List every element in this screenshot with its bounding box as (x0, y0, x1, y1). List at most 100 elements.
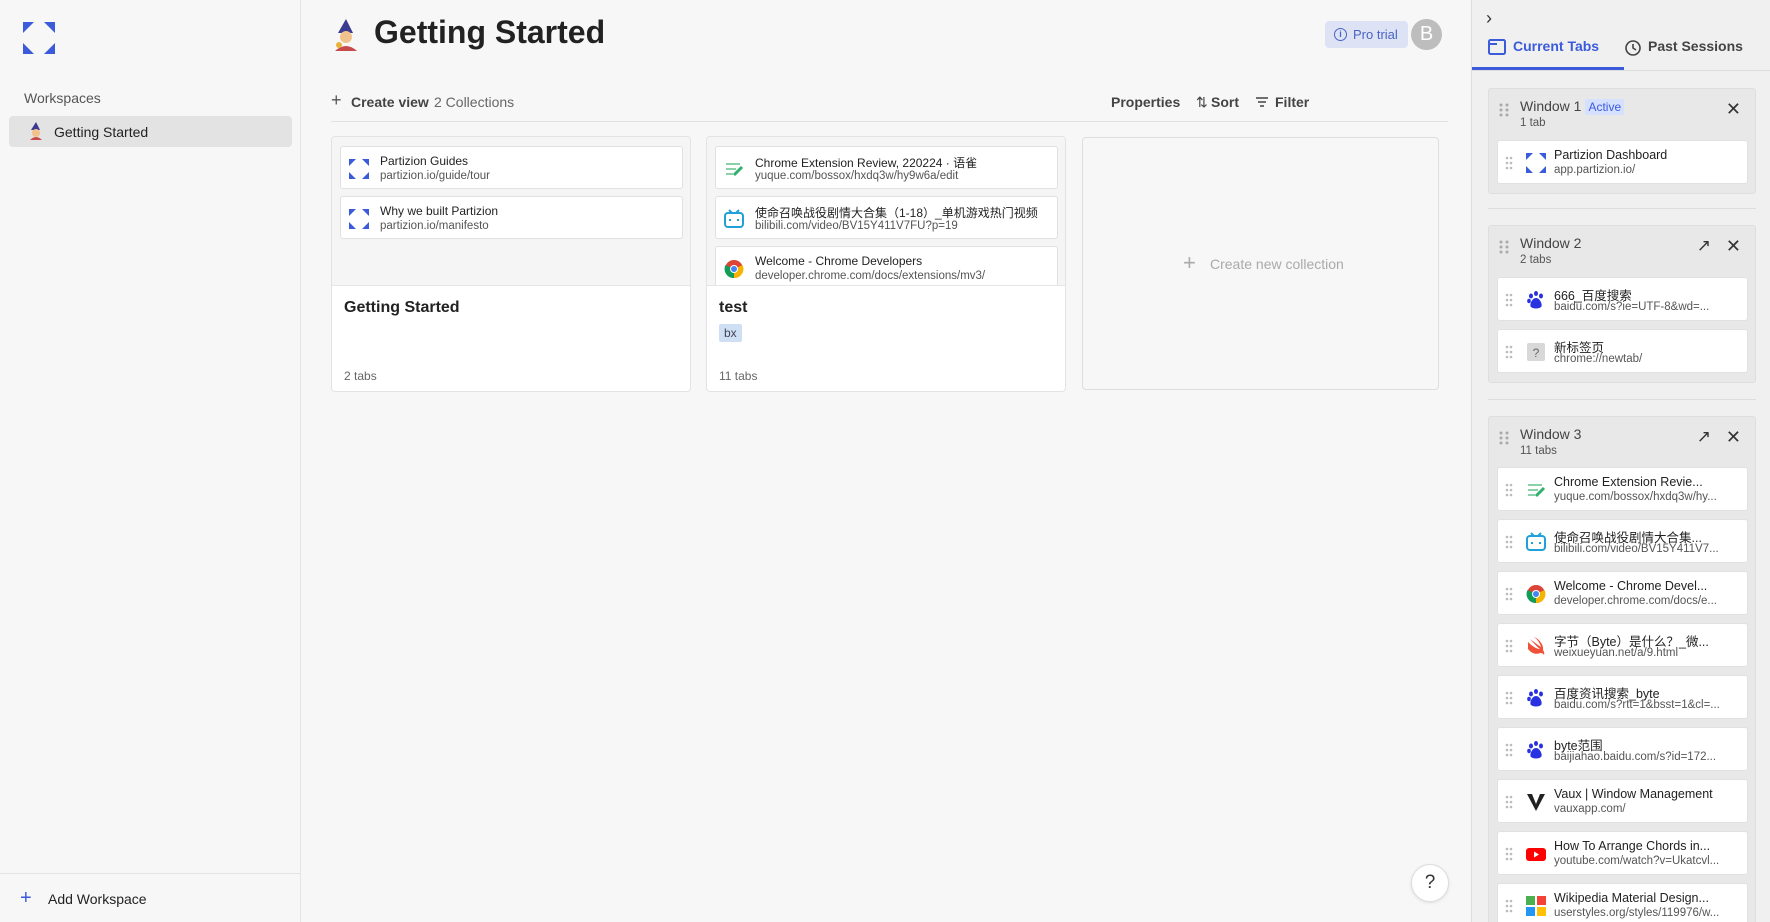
partizion-logo-icon[interactable] (23, 22, 55, 54)
tab-title: Chrome Extension Review, 220224 · 语雀 (755, 156, 978, 170)
window-tab[interactable]: ? 新标签页 chrome://newtab/ (1497, 329, 1748, 373)
drag-handle-icon[interactable] (1499, 240, 1509, 254)
sort-button[interactable]: Sort (1211, 94, 1239, 110)
collection-tab-count: 2 tabs (344, 369, 377, 383)
yuque-icon (1528, 484, 1546, 498)
create-new-collection-button[interactable]: + Create new collection (1082, 137, 1439, 390)
window-tab[interactable]: Wikipedia Material Design... userstyles.… (1497, 883, 1748, 922)
drag-handle-icon[interactable] (1505, 639, 1513, 653)
tab-url: yuque.com/bossox/hxdq3w/hy9w6a/edit (755, 170, 959, 182)
properties-button[interactable]: Properties (1111, 94, 1180, 110)
chrome-icon (724, 260, 744, 279)
tab-past-sessions[interactable]: Past Sessions (1624, 36, 1770, 70)
tab-url: vauxapp.com/ (1554, 803, 1626, 815)
pro-trial-badge[interactable]: i Pro trial (1325, 21, 1408, 48)
collection-tab[interactable]: Why we built Partizion partizion.io/mani… (340, 196, 683, 239)
drag-handle-icon[interactable] (1505, 899, 1513, 913)
window-title: Window 2 (1520, 235, 1582, 251)
drag-handle-icon[interactable] (1499, 431, 1509, 445)
plus-icon: + (331, 90, 342, 110)
add-workspace-label: Add Workspace (48, 891, 147, 907)
window-title: Window 3 (1520, 426, 1582, 442)
collection-toolbar: + Create view 2 Collections Properties ⇅… (331, 88, 1448, 122)
tab-title: Vaux | Window Management (1554, 787, 1713, 801)
drag-handle-icon[interactable] (1505, 743, 1513, 757)
divider (1488, 208, 1756, 209)
divider (1488, 399, 1756, 400)
open-window-icon[interactable]: ↗ (1697, 236, 1711, 256)
help-button[interactable]: ? (1411, 864, 1449, 902)
collection-name[interactable]: test (719, 299, 747, 317)
drag-handle-icon[interactable] (1505, 156, 1513, 170)
open-window-icon[interactable]: ↗ (1697, 427, 1711, 447)
page-title[interactable]: Getting Started (374, 14, 605, 51)
userstyles-icon (1526, 896, 1546, 916)
collection-tab[interactable]: Chrome Extension Review, 220224 · 语雀 yuq… (715, 146, 1058, 189)
tab-url: developer.chrome.com/docs/e... (1554, 595, 1717, 607)
window-tab[interactable]: 666_百度搜索 baidu.com/s?ie=UTF-8&wd=... (1497, 277, 1748, 321)
drag-handle-icon[interactable] (1505, 293, 1513, 307)
tab-title: 使命召唤战役剧情大合集（1-18）_单机游戏热门视频 (755, 206, 1038, 220)
swift-icon (1528, 637, 1545, 655)
window-group[interactable]: Window 2 2 tabs ↗ ✕ 666_百度搜索 baidu.com/s… (1488, 225, 1756, 383)
chevron-right-icon[interactable]: › (1486, 8, 1492, 29)
drag-handle-icon[interactable] (1505, 535, 1513, 549)
workspace-item-getting-started[interactable]: Getting Started (9, 116, 292, 147)
close-icon[interactable]: ✕ (1726, 99, 1741, 120)
drag-handle-icon[interactable] (1505, 587, 1513, 601)
drag-handle-icon[interactable] (1505, 483, 1513, 497)
window-tab[interactable]: How To Arrange Chords in... youtube.com/… (1497, 831, 1748, 875)
tab-url: weixueyuan.net/a/9.html (1554, 647, 1679, 659)
collection-name[interactable]: Getting Started (344, 299, 460, 317)
window-title: Window 1 Active (1520, 98, 1625, 115)
close-icon[interactable]: ✕ (1726, 236, 1741, 257)
window-tab[interactable]: Vaux | Window Management vauxapp.com/ (1497, 779, 1748, 823)
drag-handle-icon[interactable] (1505, 795, 1513, 809)
active-badge: Active (1585, 99, 1625, 115)
tab-url: chrome://newtab/ (1554, 353, 1643, 365)
tab-title: How To Arrange Chords in... (1554, 839, 1711, 853)
tab-title: Welcome - Chrome Devel... (1554, 579, 1708, 593)
window-group[interactable]: Window 3 11 tabs ↗ ✕ Chrome Extension Re… (1488, 416, 1756, 922)
user-avatar[interactable]: B (1411, 19, 1442, 50)
info-icon: i (1334, 28, 1347, 41)
window-tab[interactable]: 字节（Byte）是什么？_微... weixueyuan.net/a/9.htm… (1497, 623, 1748, 667)
window-tab[interactable]: Chrome Extension Revie... yuque.com/boss… (1497, 467, 1748, 511)
window-tab[interactable]: Partizion Dashboard app.partizion.io/ (1497, 140, 1748, 184)
collection-tab[interactable]: 使命召唤战役剧情大合集（1-18）_单机游戏热门视频 bilibili.com/… (715, 196, 1058, 239)
partizion-icon (349, 209, 369, 229)
tab-url: bilibili.com/video/BV15Y411V7... (1554, 543, 1719, 555)
partizion-icon (349, 159, 369, 179)
window-tab[interactable]: 使命召唤战役剧情大合集... bilibili.com/video/BV15Y4… (1497, 519, 1748, 563)
collection-card-test[interactable]: Chrome Extension Review, 220224 · 语雀 yuq… (706, 136, 1066, 392)
drag-handle-icon[interactable] (1505, 345, 1513, 359)
tab-url: youtube.com/watch?v=Ukatcvl... (1554, 855, 1720, 867)
window-tab[interactable]: Welcome - Chrome Devel... developer.chro… (1497, 571, 1748, 615)
create-view-button[interactable]: Create view (351, 94, 429, 110)
drag-handle-icon[interactable] (1499, 103, 1509, 117)
collection-tab[interactable]: Welcome - Chrome Developers developer.ch… (715, 246, 1058, 285)
plus-icon: + (20, 887, 32, 909)
collection-tag[interactable]: bx (719, 324, 742, 342)
window-tab[interactable]: 百度资讯搜索_byte baidu.com/s?rtt=1&bsst=1&cl=… (1497, 675, 1748, 719)
tab-url: bilibili.com/video/BV15Y411V7FU?p=19 (755, 220, 958, 232)
sort-icon: ⇅ (1196, 94, 1208, 110)
workspaces-heading: Workspaces (24, 90, 101, 106)
vaux-icon (1527, 794, 1545, 811)
window-group[interactable]: Window 1 Active 1 tab ✕ Partizion Dashboa… (1488, 88, 1756, 194)
tab-url: baijiahao.baidu.com/s?id=172... (1554, 751, 1717, 763)
close-icon[interactable]: ✕ (1726, 427, 1741, 448)
collection-tab[interactable]: Partizion Guides partizion.io/guide/tour (340, 146, 683, 189)
add-workspace-button[interactable]: + Add Workspace (0, 873, 300, 922)
tab-title: Partizion Dashboard (1554, 148, 1668, 162)
drag-handle-icon[interactable] (1505, 847, 1513, 861)
tab-current-tabs[interactable]: Current Tabs (1472, 36, 1624, 70)
baidu-icon (1527, 741, 1543, 759)
drag-handle-icon[interactable] (1505, 691, 1513, 705)
collection-card-getting-started[interactable]: Partizion Guides partizion.io/guide/tour… (331, 136, 691, 392)
filter-button[interactable]: Filter (1275, 94, 1309, 110)
window-tab[interactable]: byte范围 baijiahao.baidu.com/s?id=172... (1497, 727, 1748, 771)
tab-url: userstyles.org/styles/119976/w... (1554, 907, 1720, 919)
wizard-emoji-icon (335, 19, 357, 51)
plus-icon: + (1183, 250, 1196, 275)
